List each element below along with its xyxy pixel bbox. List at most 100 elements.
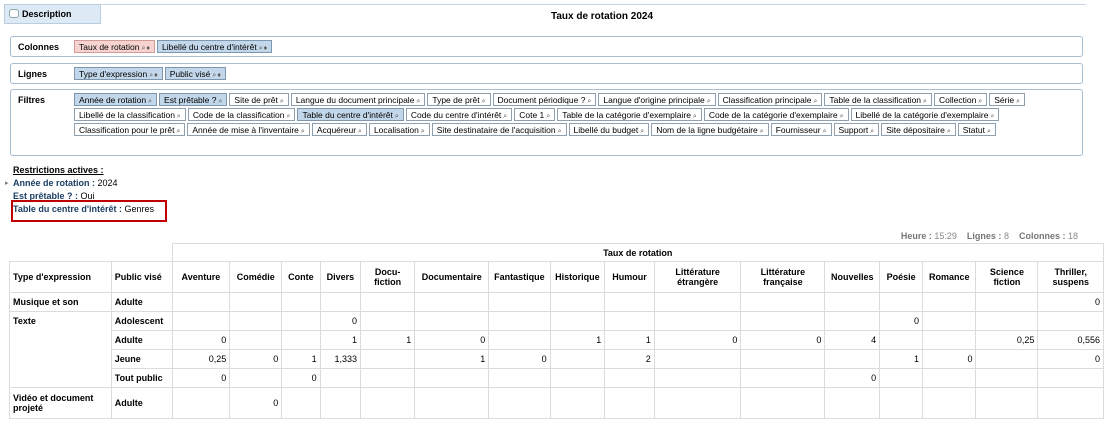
chip-support[interactable]: Support ⌕ [833,123,880,136]
chip-label: Langue d'origine principale [603,95,705,105]
chip-est-pretable[interactable]: Est prêtable ? ⌕ [159,93,228,106]
chip-site-destinataire-de-l-acquisition[interactable]: Site destinataire de l'acquisition ⌕ [431,123,567,136]
filter-icon[interactable]: ⌕ [1016,98,1020,105]
chip-localisation[interactable]: Localisation ⌕ [368,123,430,136]
chip-document-periodique[interactable]: Document périodique ? ⌕ [492,93,597,106]
filter-icon[interactable]: ⌕ [482,98,486,105]
value-cell: 1 [281,349,321,369]
chip-code-de-la-classification[interactable]: Code de la classification ⌕ [187,108,296,121]
expand-arrow-icon[interactable]: ▸ [5,177,9,190]
sort-icon[interactable]: ♦ [154,72,158,79]
filter-icon[interactable]: ⌕ [287,113,291,120]
chip-label: Nom de la ligne budgétaire [656,125,758,135]
column-header: Littérature française [740,261,826,293]
filter-icon[interactable]: ⌕ [990,113,994,120]
filter-icon[interactable]: ⌕ [707,98,711,105]
chip-classification-principale[interactable]: Classification principale ⌕ [717,93,823,106]
chip-site-de-pret[interactable]: Site de prêt ⌕ [229,93,289,106]
sort-icon[interactable]: ♦ [146,45,150,52]
rows-drop-zone[interactable]: Lignes Type d'expression ⌕♦ Public visé ⌕♦ [10,63,1083,84]
chip-libelle-du-budget[interactable]: Libellé du budget ⌕ [568,123,650,136]
filter-icon[interactable]: ⌕ [558,128,562,135]
chip-classification-pour-le-pret[interactable]: Classification pour le prêt ⌕ [74,123,186,136]
chip-code-du-centre-d-interet[interactable]: Code du centre d'intérêt ⌕ [405,108,513,121]
value-cell [1037,387,1104,419]
sort-icon[interactable]: ♦ [217,72,221,79]
filter-icon[interactable]: ⌕ [923,98,927,105]
chip-code-de-la-categorie-d-exemplaire[interactable]: Code de la catégorie d'exemplaire ⌕ [703,108,849,121]
filter-icon[interactable]: ⌕ [416,98,420,105]
filter-icon[interactable]: ⌕ [176,128,180,135]
filter-icon[interactable]: ⌕ [218,98,222,105]
value-cell: 0 [229,349,283,369]
chip-table-de-la-categorie-d-exemplaire[interactable]: Table de la catégorie d'exemplaire ⌕ [557,108,702,121]
filter-icon[interactable]: ⌕ [693,113,697,120]
filter-icon[interactable]: ⌕ [177,113,181,120]
chip-libelle-de-la-categorie-d-exemplaire[interactable]: Libellé de la catégorie d'exemplaire ⌕ [850,108,1000,121]
chip-libelle-du-centre-d-interet[interactable]: Libellé du centre d'intérêt ⌕♦ [156,40,273,53]
chip-fournisseur[interactable]: Fournisseur ⌕ [770,123,832,136]
filter-icon[interactable]: ⌕ [358,128,362,135]
chip-cote-1[interactable]: Cote 1 ⌕ [514,108,556,121]
filter-icon[interactable]: ⌕ [760,128,764,135]
value-cell [824,349,881,369]
filter-icon[interactable]: ⌕ [640,128,644,135]
chip-label: Table du centre d'intérêt [302,110,393,120]
chip-annee-de-mise-a-l-inventaire[interactable]: Année de mise à l'inventaire ⌕ [187,123,310,136]
filter-icon[interactable]: ⌕ [149,72,153,79]
chip-serie[interactable]: Série ⌕ [989,93,1025,106]
filter-icon[interactable]: ⌕ [395,113,399,120]
filter-icon[interactable]: ⌕ [987,128,991,135]
chip-collection[interactable]: Collection ⌕ [933,93,988,106]
filter-icon[interactable]: ⌕ [978,98,982,105]
heure-label: Heure : [900,231,932,241]
chip-site-depositaire[interactable]: Site dépositaire ⌕ [881,123,956,136]
value-cell [319,368,362,388]
filter-icon[interactable]: ⌕ [587,98,591,105]
filter-icon[interactable]: ⌕ [870,128,874,135]
value-cell: 0 [1037,349,1104,369]
restriction-item: ▸ Année de rotation : 2024 [5,177,154,190]
filter-icon[interactable]: ⌕ [280,98,284,105]
chip-acquereur[interactable]: Acquéreur ⌕ [311,123,367,136]
value-cell [488,368,551,388]
column-header: Poésie [879,261,924,293]
chip-statut[interactable]: Statut ⌕ [957,123,996,136]
filter-icon[interactable]: ⌕ [212,72,216,79]
chip-annee-de-rotation[interactable]: Année de rotation ⌕ [74,93,158,106]
filter-icon[interactable]: ⌕ [421,128,425,135]
value-cell [229,368,283,388]
lignes-value: 8 [1003,231,1009,241]
value-cell [281,311,321,331]
sort-icon[interactable]: ♦ [264,45,268,52]
filter-icon[interactable]: ⌕ [546,113,550,120]
chip-type-de-pret[interactable]: Type de prêt ⌕ [427,93,491,106]
filter-icon[interactable]: ⌕ [840,113,844,120]
chip-label: Fournisseur [775,125,821,135]
columns-drop-zone[interactable]: Colonnes Taux de rotation ⌕♦ Libellé du ce… [10,36,1083,57]
column-header: Littérature étrangère [653,261,742,293]
filters-drop-zone[interactable]: Filtres Année de rotation ⌕ Est prêtable ?… [10,89,1083,156]
filter-icon[interactable]: ⌕ [141,45,145,52]
chip-nom-de-la-ligne-budgetaire[interactable]: Nom de la ligne budgétaire ⌕ [651,123,769,136]
filter-icon[interactable]: ⌕ [301,128,305,135]
filter-icon[interactable]: ⌕ [823,128,827,135]
chip-table-de-la-classification[interactable]: Table de la classification ⌕ [824,93,932,106]
chip-public-vise[interactable]: Public visé ⌕♦ [164,67,226,80]
value-cell: 1 [414,349,490,369]
restrictions-heading: Restrictions actives : [13,165,104,175]
filter-icon[interactable]: ⌕ [503,113,507,120]
chip-taux-de-rotation[interactable]: Taux de rotation ⌕♦ [74,40,155,53]
chip-langue-d-origine-principale[interactable]: Langue d'origine principale ⌕ [598,93,716,106]
chip-table-du-centre-d-interet[interactable]: Table du centre d'intérêt ⌕ [297,108,404,121]
filter-icon[interactable]: ⌕ [813,98,817,105]
value-cell [879,387,924,419]
value-cell [360,311,416,331]
chip-type-d-expression[interactable]: Type d'expression ⌕♦ [74,67,163,80]
filter-icon[interactable]: ⌕ [259,45,263,52]
filter-icon[interactable]: ⌕ [947,128,951,135]
filter-icon[interactable]: ⌕ [148,98,152,105]
pivot-table: Taux de rotation Type d'expression Public … [9,243,1104,419]
chip-langue-du-document-principale[interactable]: Langue du document principale ⌕ [290,93,426,106]
chip-libelle-de-la-classification[interactable]: Libellé de la classification ⌕ [74,108,186,121]
